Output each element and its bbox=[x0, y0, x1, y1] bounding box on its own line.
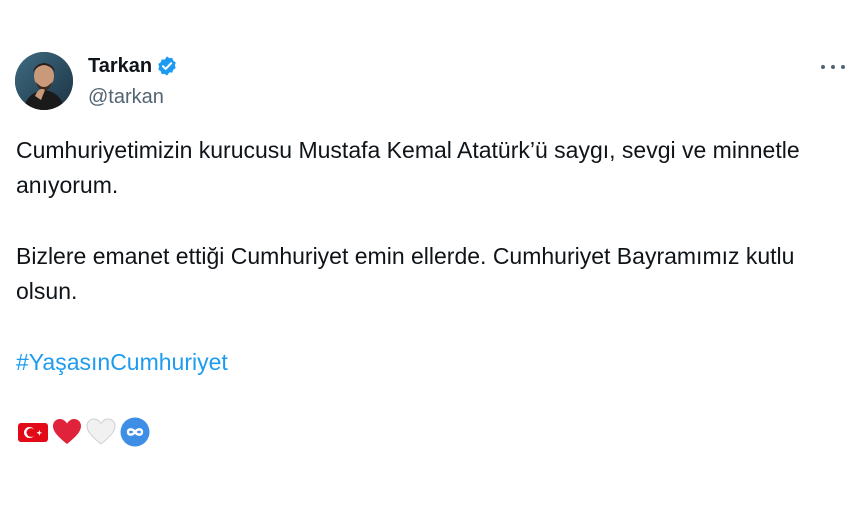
user-handle[interactable]: @tarkan bbox=[88, 85, 178, 109]
infinity-icon bbox=[119, 416, 151, 448]
name-row: Tarkan bbox=[88, 54, 178, 78]
user-avatar-photo bbox=[15, 52, 73, 110]
turkey-flag-icon bbox=[17, 416, 49, 448]
tweet-header: Tarkan @tarkan bbox=[88, 54, 178, 109]
tweet-paragraph: Cumhuriyetimizin kurucusu Mustafa Kemal … bbox=[16, 137, 800, 198]
red-heart-icon bbox=[51, 416, 83, 448]
avatar[interactable] bbox=[15, 52, 73, 110]
white-heart-icon bbox=[85, 416, 117, 448]
more-horizontal-icon[interactable] bbox=[821, 57, 845, 77]
more-dot bbox=[821, 65, 825, 69]
tweet-paragraph: Bizlere emanet ettiği Cumhuriyet emin el… bbox=[16, 243, 795, 304]
emoji-row bbox=[17, 416, 151, 448]
tweet-text: Cumhuriyetimizin kurucusu Mustafa Kemal … bbox=[16, 133, 836, 380]
more-dot bbox=[831, 65, 835, 69]
tweet-card: Tarkan @tarkan Cumhuriyetimizin kurucusu… bbox=[0, 0, 860, 505]
more-dot bbox=[841, 65, 845, 69]
display-name[interactable]: Tarkan bbox=[88, 54, 152, 78]
hashtag-link[interactable]: #YaşasınCumhuriyet bbox=[16, 349, 228, 375]
verified-badge-icon bbox=[156, 55, 178, 77]
